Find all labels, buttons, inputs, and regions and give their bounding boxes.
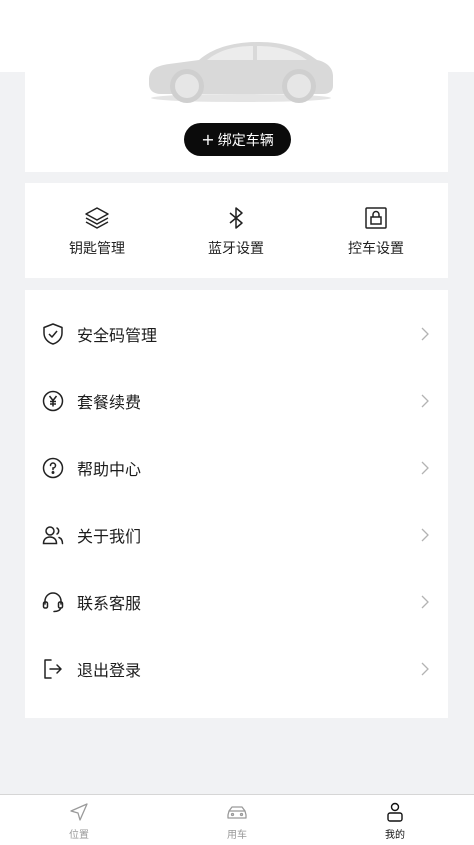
headset-icon bbox=[42, 592, 64, 613]
vehicle-control-settings-label: 控车设置 bbox=[348, 241, 404, 257]
chevron-right-icon bbox=[421, 394, 429, 408]
menu-item-security-code[interactable]: 安全码管理 bbox=[25, 301, 448, 368]
logout-icon bbox=[44, 659, 62, 679]
yen-circle-icon bbox=[42, 390, 64, 412]
layers-icon bbox=[85, 207, 109, 229]
key-management-label: 钥匙管理 bbox=[69, 241, 125, 257]
navigation-icon bbox=[70, 803, 88, 821]
car-placeholder-image bbox=[149, 42, 333, 103]
tab-label: 用车 bbox=[227, 830, 247, 841]
bluetooth-icon bbox=[229, 207, 243, 229]
menu-item-package-renewal[interactable]: 套餐续费 bbox=[25, 368, 448, 435]
menu-list: 安全码管理 套餐续费 帮助中心 关于我们 联系客服 退出登录 bbox=[25, 290, 448, 718]
menu-item-about-us[interactable]: 关于我们 bbox=[25, 502, 448, 569]
menu-item-logout[interactable]: 退出登录 bbox=[25, 636, 448, 703]
menu-item-label: 退出登录 bbox=[77, 661, 142, 680]
user-icon bbox=[387, 802, 403, 822]
chevron-right-icon bbox=[421, 595, 429, 609]
bind-vehicle-button[interactable]: + 绑定车辆 bbox=[184, 123, 291, 156]
bottom-tab-bar: 位置 用车 我的 bbox=[0, 794, 474, 845]
tab-location[interactable]: 位置 bbox=[0, 795, 158, 845]
lock-icon bbox=[365, 207, 387, 229]
menu-item-label: 安全码管理 bbox=[77, 326, 158, 345]
menu-item-label: 帮助中心 bbox=[77, 460, 142, 479]
chevron-right-icon bbox=[421, 528, 429, 542]
tab-label: 位置 bbox=[69, 830, 89, 841]
chevron-right-icon bbox=[421, 461, 429, 475]
menu-item-label: 联系客服 bbox=[77, 594, 142, 613]
quick-actions-card: 钥匙管理 蓝牙设置 控车设置 bbox=[25, 183, 448, 278]
menu-item-contact-support[interactable]: 联系客服 bbox=[25, 569, 448, 636]
tab-mine[interactable]: 我的 bbox=[316, 795, 474, 845]
chevron-right-icon bbox=[421, 327, 429, 341]
bluetooth-settings-button[interactable]: 蓝牙设置 bbox=[176, 183, 296, 278]
tab-label: 我的 bbox=[385, 830, 405, 841]
plus-icon: + bbox=[201, 129, 215, 149]
key-management-button[interactable]: 钥匙管理 bbox=[37, 183, 157, 278]
vehicle-control-settings-button[interactable]: 控车设置 bbox=[316, 183, 436, 278]
users-icon bbox=[42, 526, 64, 545]
chevron-right-icon bbox=[421, 662, 429, 676]
question-circle-icon bbox=[42, 457, 64, 479]
menu-item-label: 套餐续费 bbox=[77, 393, 142, 412]
bind-vehicle-label: 绑定车辆 bbox=[217, 132, 274, 149]
bluetooth-settings-label: 蓝牙设置 bbox=[208, 241, 264, 257]
car-icon bbox=[227, 806, 247, 819]
shield-check-icon bbox=[43, 323, 63, 345]
menu-item-help-center[interactable]: 帮助中心 bbox=[25, 435, 448, 502]
menu-item-label: 关于我们 bbox=[77, 527, 142, 546]
tab-use-car[interactable]: 用车 bbox=[158, 795, 316, 845]
vehicle-card: + 绑定车辆 bbox=[25, 6, 448, 172]
